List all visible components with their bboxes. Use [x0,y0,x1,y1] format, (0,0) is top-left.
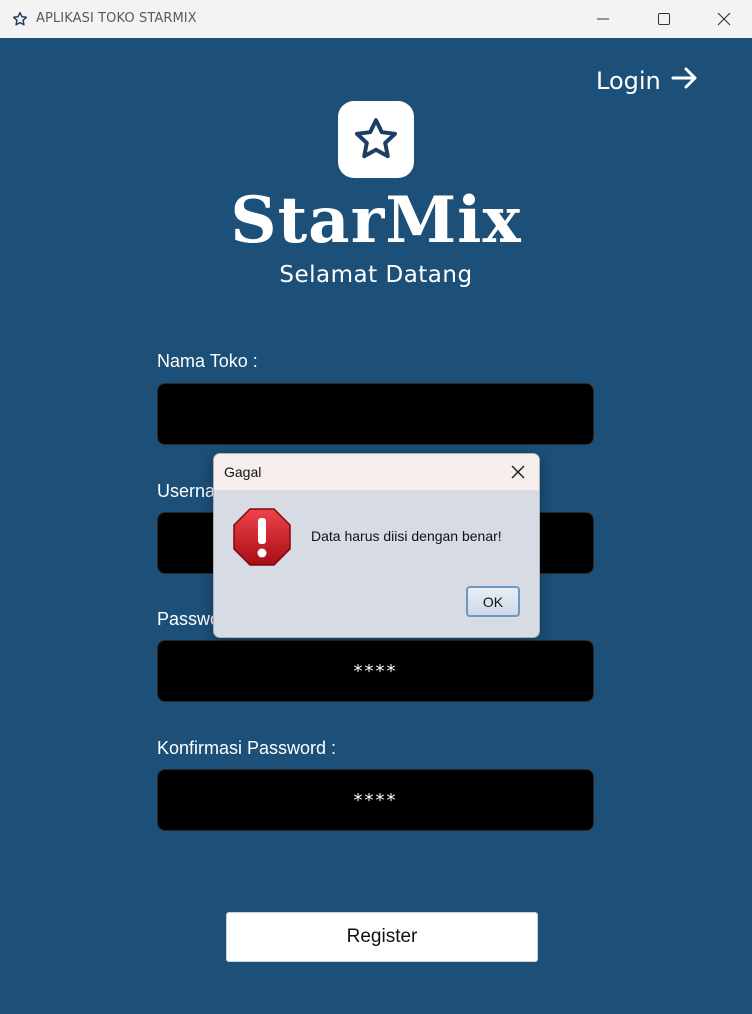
login-label: Login [596,67,661,95]
close-button[interactable] [696,0,752,38]
close-icon [511,465,525,479]
star-icon [12,11,28,27]
title-bar[interactable]: APLIKASI TOKO STARMIX [0,0,752,39]
dialog-title: Gagal [224,464,262,480]
app-logo [338,101,414,178]
dialog-title-bar[interactable]: Gagal [214,454,539,490]
app-window: APLIKASI TOKO STARMIX Login StarMix Sela… [0,0,752,1014]
store-name-input[interactable] [157,383,594,445]
window-title: APLIKASI TOKO STARMIX [36,11,197,26]
error-icon [232,507,292,567]
maximize-button[interactable] [636,0,692,38]
brand-name: StarMix [230,183,522,258]
arrow-right-icon [671,66,699,96]
minimize-button[interactable] [575,0,631,38]
login-link[interactable]: Login [596,64,699,98]
minimize-icon [597,18,609,20]
welcome-text: Selamat Datang [279,262,473,288]
register-button[interactable]: Register [226,912,538,962]
confirm-password-label: Konfirmasi Password : [157,738,337,758]
star-icon [355,118,397,159]
error-dialog: Gagal Data harus diisi dengan benar! OK [213,453,540,638]
store-name-label: Nama Toko : [157,351,258,371]
close-icon [717,12,731,26]
dialog-close-button[interactable] [509,463,527,481]
ok-button[interactable]: OK [466,586,520,617]
maximize-icon [658,13,670,25]
dialog-message: Data harus diisi dengan benar! [311,528,502,544]
confirm-password-input[interactable]: **** [157,769,594,831]
password-input[interactable]: **** [157,640,594,702]
